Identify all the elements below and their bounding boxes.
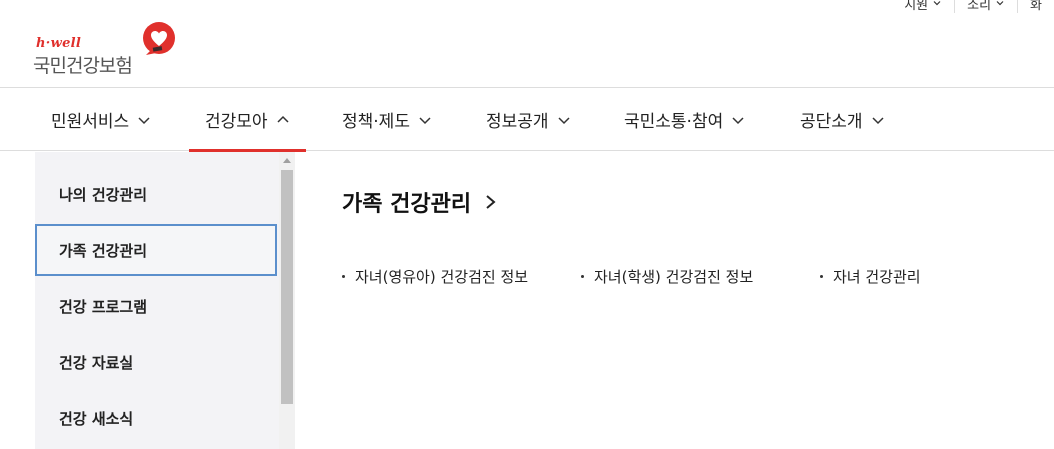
sub-menu: 나의 건강관리 가족 건강관리 건강 프로그램 건강 자료실 건강 새소식 [35, 152, 295, 449]
site-logo[interactable]: h·well 국민건강보험 [32, 22, 182, 77]
gnb-item-about[interactable]: 공단소개 [800, 88, 885, 151]
link-infant-checkup[interactable]: 자녀(영유아) 건강검진 정보 [342, 266, 528, 287]
utility-item-support[interactable]: 지원 [892, 0, 954, 13]
gnb-item-policy[interactable]: 정책·제도 [342, 88, 432, 151]
chevron-down-icon [419, 116, 431, 124]
section-title: 가족 건강관리 [342, 192, 472, 217]
chevron-down-icon [732, 116, 744, 124]
utility-item-label: 화 [1030, 0, 1042, 13]
link-label: 자녀(학생) 건강검진 정보 [594, 268, 754, 286]
submenu-scrollbar[interactable] [279, 152, 295, 449]
gnb-item-label: 정책·제도 [342, 112, 410, 132]
scroll-thumb[interactable] [281, 170, 293, 404]
submenu-item-label: 건강 자료실 [59, 353, 134, 372]
bullet-icon [342, 275, 345, 278]
chevron-right-icon [486, 195, 496, 209]
bullet-icon [581, 275, 584, 278]
link-label: 자녀(영유아) 건강검진 정보 [355, 268, 529, 286]
submenu-item-health-library[interactable]: 건강 자료실 [35, 336, 277, 388]
gnb-item-health-moa[interactable]: 건강모아 [189, 88, 306, 152]
gnb-item-civil-service[interactable]: 민원서비스 [51, 88, 151, 151]
gnb-item-label: 민원서비스 [51, 112, 130, 132]
link-student-checkup[interactable]: 자녀(학생) 건강검진 정보 [581, 266, 753, 287]
utility-bar: 지원 소리 화 [892, 0, 1054, 13]
chevron-down-icon [558, 116, 570, 124]
heart-logo-icon [143, 22, 175, 55]
gnb-item-label: 국민소통·참여 [624, 112, 724, 132]
submenu-item-label: 건강 프로그램 [59, 297, 148, 316]
scroll-up-arrow-icon[interactable] [279, 152, 295, 168]
logo-brand: h·well [36, 36, 82, 51]
chevron-down-icon [138, 116, 150, 124]
link-label: 자녀 건강관리 [833, 268, 921, 286]
utility-item-screen[interactable]: 화 [1017, 0, 1054, 13]
logo-name: 국민건강보험 [33, 55, 133, 77]
chevron-down-icon [872, 116, 884, 124]
gnb-item-label: 공단소개 [800, 112, 863, 132]
submenu-item-health-news[interactable]: 건강 새소식 [35, 392, 277, 444]
utility-item-label: 소리 [967, 0, 992, 13]
gnb-item-label: 건강모아 [205, 112, 268, 132]
gnb-item-disclosure[interactable]: 정보공개 [486, 88, 571, 151]
gnb-item-participation[interactable]: 국민소통·참여 [624, 88, 745, 151]
chevron-down-icon [996, 1, 1004, 6]
section-title-link[interactable]: 가족 건강관리 [342, 186, 499, 218]
link-child-health[interactable]: 자녀 건강관리 [820, 266, 921, 287]
bullet-icon [820, 275, 823, 278]
gnb-item-label: 정보공개 [486, 112, 549, 132]
submenu-item-family-health[interactable]: 가족 건강관리 [35, 224, 277, 276]
submenu-item-label: 건강 새소식 [59, 409, 134, 428]
submenu-item-label: 나의 건강관리 [59, 185, 148, 204]
chevron-up-icon [277, 115, 289, 123]
chevron-down-icon [933, 1, 941, 6]
global-nav: 민원서비스 건강모아 정책·제도 정보공개 국민소통·참여 공단소개 [0, 87, 1054, 152]
submenu-item-label: 가족 건강관리 [59, 241, 148, 260]
utility-item-label: 지원 [904, 0, 929, 13]
submenu-item-health-program[interactable]: 건강 프로그램 [35, 280, 277, 332]
utility-item-sound[interactable]: 소리 [954, 0, 1017, 13]
submenu-item-my-health[interactable]: 나의 건강관리 [35, 168, 277, 220]
